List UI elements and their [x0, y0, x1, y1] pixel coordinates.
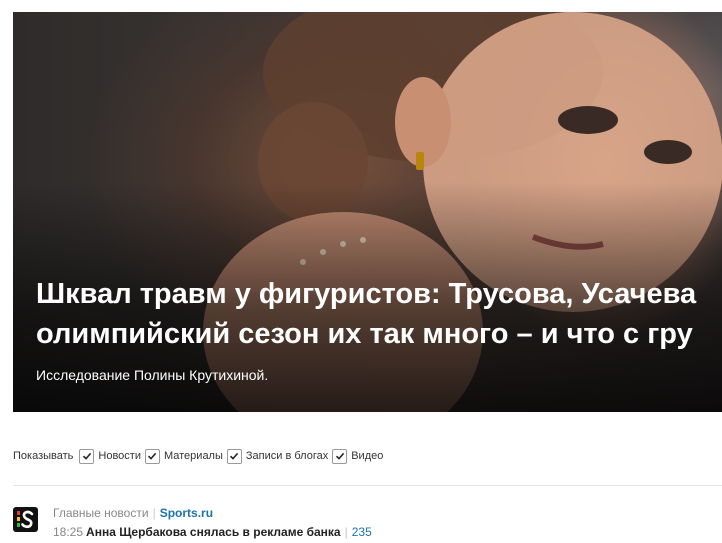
checkmark-icon	[148, 452, 157, 460]
news-title-link[interactable]: Анна Щербакова снялась в рекламе банка	[86, 525, 341, 539]
news-checkbox[interactable]	[79, 448, 95, 464]
filter-video[interactable]: Видео	[332, 448, 384, 464]
source-link[interactable]: Sports.ru	[160, 506, 213, 520]
filter-blog-posts-label: Записи в блогах	[245, 450, 329, 462]
news-feed-header: Главные новости | Sports.ru	[53, 506, 213, 520]
content-filter-bar: Показывать Новости Материалы Записи в бл…	[13, 447, 387, 465]
blog-posts-checkbox[interactable]	[226, 448, 242, 464]
hero-headline-line-1[interactable]: Шквал травм у фигуристов: Трусова, Усаче…	[36, 274, 722, 314]
separator: |	[152, 506, 156, 520]
checkmark-icon	[335, 452, 344, 460]
sports-logo-icon	[17, 510, 34, 529]
materials-checkbox[interactable]	[144, 448, 160, 464]
section-label: Главные новости	[53, 506, 149, 520]
news-time: 18:25	[53, 525, 84, 539]
filter-news[interactable]: Новости	[79, 448, 141, 464]
comments-count-link[interactable]: 235	[352, 525, 372, 539]
filter-materials[interactable]: Материалы	[144, 448, 223, 464]
checkmark-icon	[230, 452, 239, 460]
filter-video-label: Видео	[351, 450, 384, 462]
filter-materials-label: Материалы	[163, 450, 223, 462]
sports-ru-logo[interactable]	[13, 507, 38, 532]
filter-bar-label: Показывать	[13, 450, 74, 462]
separator: |	[344, 525, 348, 539]
hero-headline-line-2[interactable]: олимпийский сезон их так много – и что с…	[36, 314, 722, 354]
video-checkbox[interactable]	[332, 448, 348, 464]
news-item[interactable]: 18:25 Анна Щербакова снялась в рекламе ба…	[53, 525, 372, 539]
featured-article-banner[interactable]: Шквал травм у фигуристов: Трусова, Усаче…	[13, 12, 722, 412]
hero-headline[interactable]: Шквал травм у фигуристов: Трусова, Усаче…	[36, 274, 722, 354]
hero-subline: Исследование Полины Крутихиной.	[36, 367, 269, 383]
checkmark-icon	[82, 452, 92, 460]
section-divider	[13, 485, 722, 486]
filter-blog-posts[interactable]: Записи в блогах	[226, 448, 329, 464]
filter-news-label: Новости	[98, 450, 141, 462]
